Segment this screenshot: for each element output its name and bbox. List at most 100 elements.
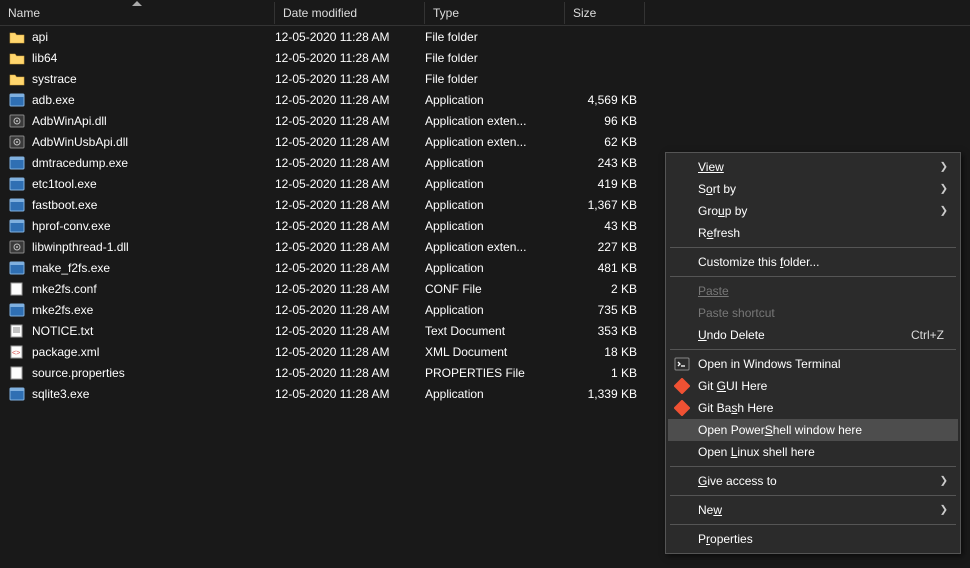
ctx-group-by-label: Group by: [698, 204, 747, 218]
submenu-arrow-icon: ❯: [940, 206, 948, 217]
file-size: 227 KB: [565, 240, 645, 254]
file-type: Application: [425, 303, 565, 317]
file-date: 12-05-2020 11:28 AM: [275, 261, 425, 275]
file-row[interactable]: AdbWinApi.dll12-05-2020 11:28 AMApplicat…: [0, 110, 970, 131]
ctx-wt-label: Open in Windows Terminal: [698, 357, 841, 371]
ctx-view[interactable]: View ❯: [668, 156, 958, 178]
file-size: 4,569 KB: [565, 93, 645, 107]
file-type: Application: [425, 93, 565, 107]
ctx-gitgui-label: Git GUI Here: [698, 379, 767, 393]
file-size: 62 KB: [565, 135, 645, 149]
ctx-new[interactable]: New ❯: [668, 499, 958, 521]
file-type: Application exten...: [425, 114, 565, 128]
dll-icon: [8, 113, 26, 129]
file-name: sqlite3.exe: [32, 387, 275, 401]
submenu-arrow-icon: ❯: [940, 184, 948, 195]
terminal-icon: [674, 356, 690, 372]
ctx-give-access-to[interactable]: Give access to ❯: [668, 470, 958, 492]
git-icon: [674, 378, 690, 394]
file-size: 1,367 KB: [565, 198, 645, 212]
ctx-git-bash-here[interactable]: Git Bash Here: [668, 397, 958, 419]
context-menu: View ❯ Sort by ❯ Group by ❯ Refresh Cust…: [665, 152, 961, 554]
ctx-separator: [670, 276, 956, 277]
file-row[interactable]: adb.exe12-05-2020 11:28 AMApplication4,5…: [0, 89, 970, 110]
ctx-gitbash-label: Git Bash Here: [698, 401, 773, 415]
ctx-sort-by-label: Sort by: [698, 182, 736, 196]
file-date: 12-05-2020 11:28 AM: [275, 156, 425, 170]
file-date: 12-05-2020 11:28 AM: [275, 219, 425, 233]
dll-icon: [8, 134, 26, 150]
exe-icon: [8, 386, 26, 402]
file-date: 12-05-2020 11:28 AM: [275, 177, 425, 191]
ctx-open-windows-terminal[interactable]: Open in Windows Terminal: [668, 353, 958, 375]
file-name: systrace: [32, 72, 275, 86]
file-type: PROPERTIES File: [425, 366, 565, 380]
ctx-separator: [670, 524, 956, 525]
exe-icon: [8, 218, 26, 234]
file-size: 96 KB: [565, 114, 645, 128]
column-header-name[interactable]: Name: [0, 2, 275, 24]
ctx-give-label: Give access to: [698, 474, 777, 488]
file-date: 12-05-2020 11:28 AM: [275, 51, 425, 65]
file-name: make_f2fs.exe: [32, 261, 275, 275]
file-type: Application: [425, 198, 565, 212]
file-size: 419 KB: [565, 177, 645, 191]
file-date: 12-05-2020 11:28 AM: [275, 72, 425, 86]
ctx-props-label: Properties: [698, 532, 753, 546]
ctx-undo-delete[interactable]: Undo Delete Ctrl+Z: [668, 324, 958, 346]
file-row[interactable]: api12-05-2020 11:28 AMFile folder: [0, 26, 970, 47]
ctx-open-linux-shell-here[interactable]: Open Linux shell here: [668, 441, 958, 463]
submenu-arrow-icon: ❯: [940, 162, 948, 173]
ctx-view-label: View: [698, 160, 724, 174]
file-type: Application exten...: [425, 135, 565, 149]
submenu-arrow-icon: ❯: [940, 505, 948, 516]
file-name: etc1tool.exe: [32, 177, 275, 191]
file-type: Application exten...: [425, 240, 565, 254]
file-row[interactable]: AdbWinUsbApi.dll12-05-2020 11:28 AMAppli…: [0, 131, 970, 152]
file-icon: [8, 365, 26, 381]
ctx-paste-shortcut: Paste shortcut: [668, 302, 958, 324]
file-date: 12-05-2020 11:28 AM: [275, 135, 425, 149]
ctx-sort-by[interactable]: Sort by ❯: [668, 178, 958, 200]
file-name: source.properties: [32, 366, 275, 380]
ctx-paste: Paste: [668, 280, 958, 302]
ctx-refresh[interactable]: Refresh: [668, 222, 958, 244]
txt-icon: [8, 323, 26, 339]
dll-icon: [8, 239, 26, 255]
ctx-paste-shortcut-label: Paste shortcut: [698, 306, 775, 320]
column-header-type[interactable]: Type: [425, 2, 565, 24]
folder-icon: [8, 29, 26, 45]
file-date: 12-05-2020 11:28 AM: [275, 387, 425, 401]
file-size: 1 KB: [565, 366, 645, 380]
file-icon: [8, 281, 26, 297]
file-size: 1,339 KB: [565, 387, 645, 401]
file-name: AdbWinApi.dll: [32, 114, 275, 128]
exe-icon: [8, 302, 26, 318]
file-type: Application: [425, 219, 565, 233]
file-name: NOTICE.txt: [32, 324, 275, 338]
ctx-git-gui-here[interactable]: Git GUI Here: [668, 375, 958, 397]
ctx-properties[interactable]: Properties: [668, 528, 958, 550]
column-header-date[interactable]: Date modified: [275, 2, 425, 24]
exe-icon: [8, 92, 26, 108]
file-date: 12-05-2020 11:28 AM: [275, 114, 425, 128]
ctx-group-by[interactable]: Group by ❯: [668, 200, 958, 222]
file-name: AdbWinUsbApi.dll: [32, 135, 275, 149]
file-size: 353 KB: [565, 324, 645, 338]
ctx-customize-label: Customize this folder...: [698, 255, 819, 269]
ctx-separator: [670, 495, 956, 496]
column-header-row: Name Date modified Type Size: [0, 0, 970, 26]
file-size: 18 KB: [565, 345, 645, 359]
file-type: File folder: [425, 72, 565, 86]
file-row[interactable]: lib6412-05-2020 11:28 AMFile folder: [0, 47, 970, 68]
exe-icon: [8, 197, 26, 213]
file-date: 12-05-2020 11:28 AM: [275, 93, 425, 107]
ctx-undo-shortcut: Ctrl+Z: [911, 328, 944, 342]
exe-icon: [8, 176, 26, 192]
ctx-open-powershell-here[interactable]: Open PowerShell window here: [668, 419, 958, 441]
file-type: Application: [425, 156, 565, 170]
column-header-size[interactable]: Size: [565, 2, 645, 24]
exe-icon: [8, 155, 26, 171]
ctx-customize-folder[interactable]: Customize this folder...: [668, 251, 958, 273]
file-row[interactable]: systrace12-05-2020 11:28 AMFile folder: [0, 68, 970, 89]
